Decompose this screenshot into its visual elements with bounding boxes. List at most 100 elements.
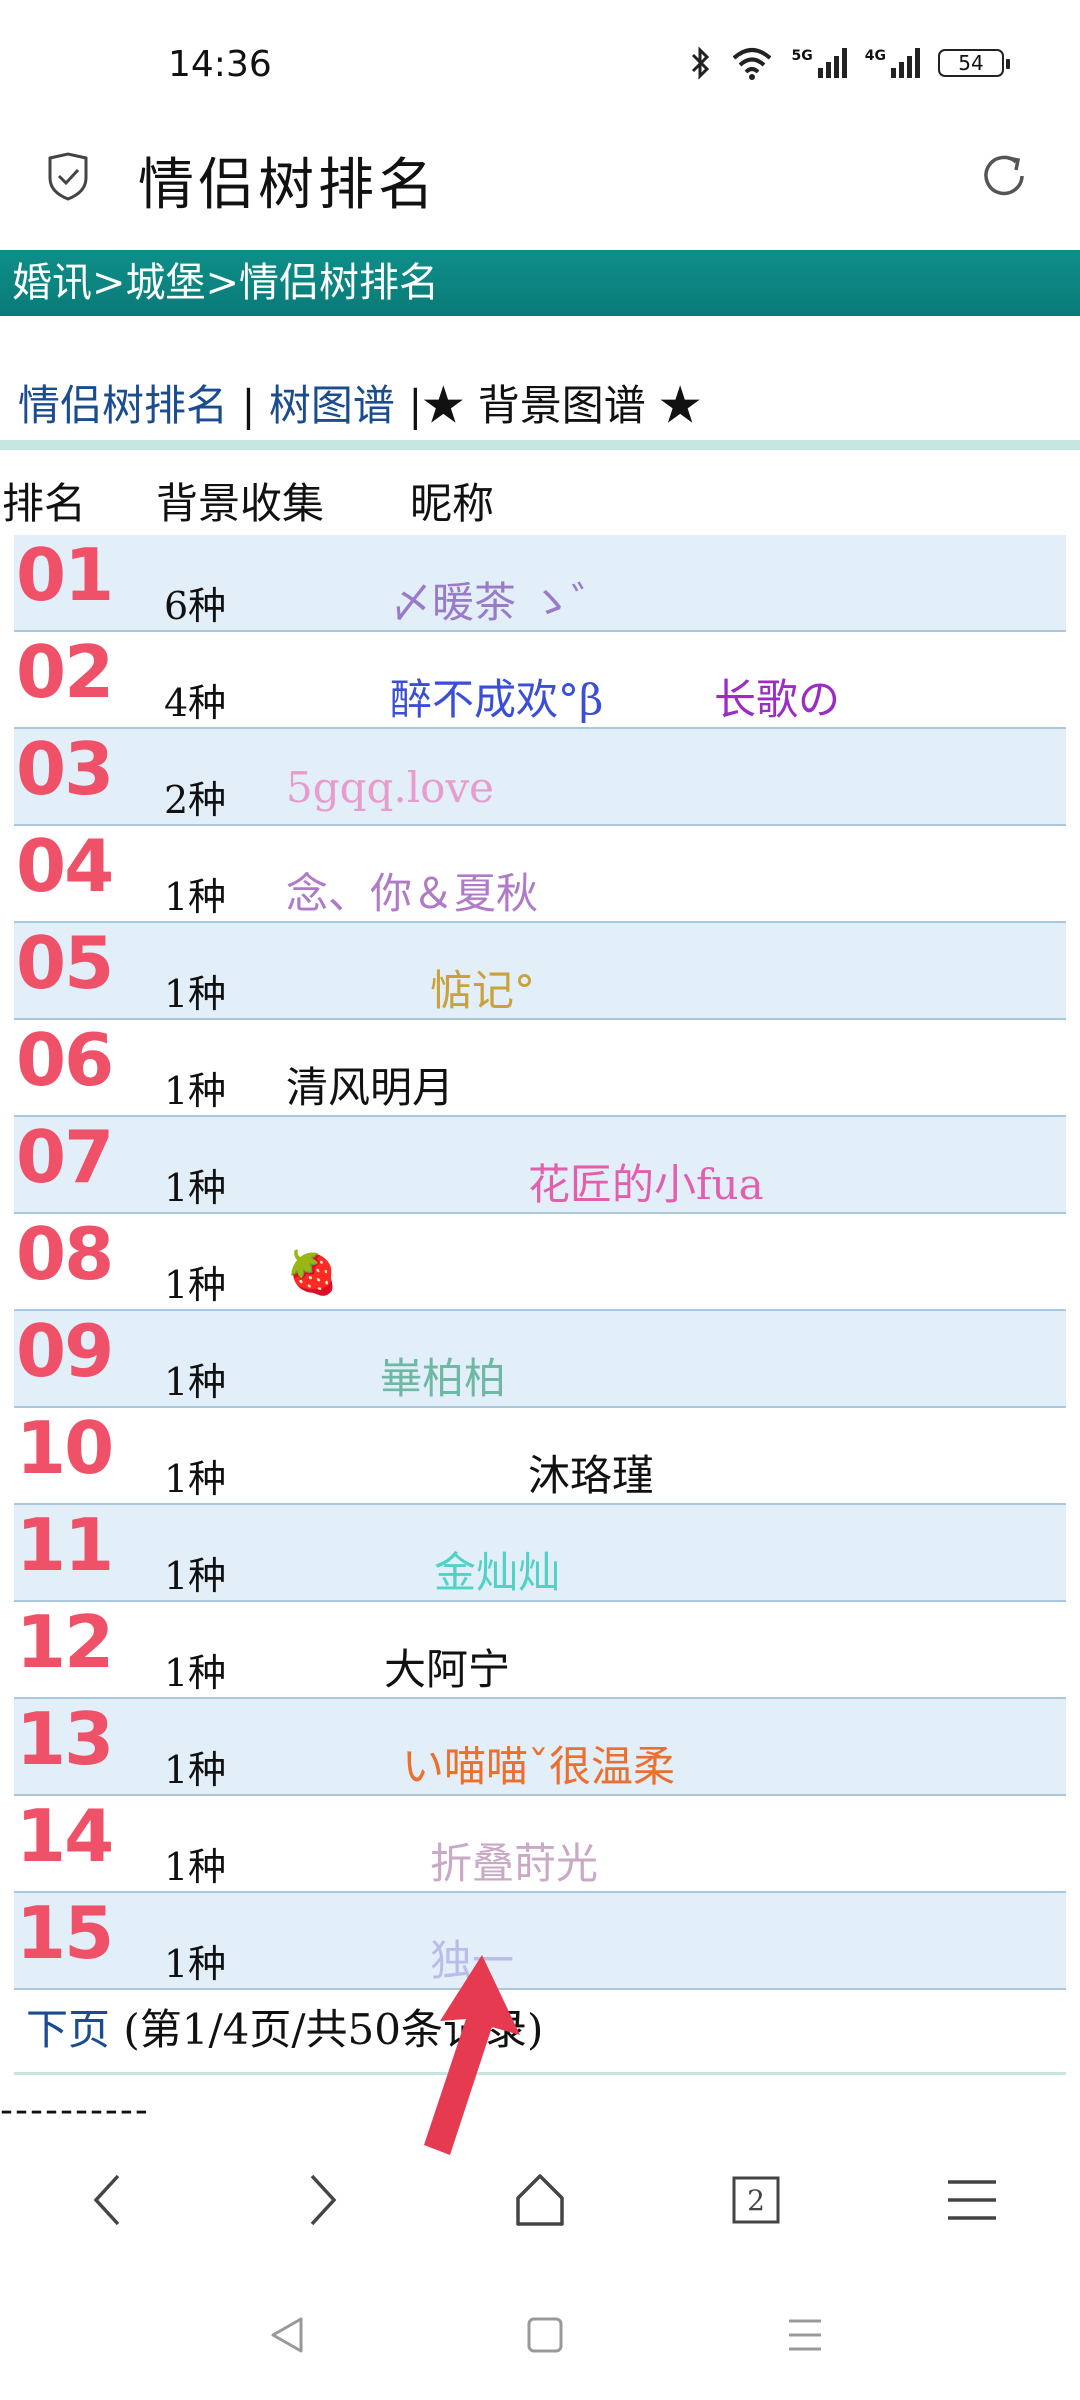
background-count: 1种 <box>164 1748 227 1792</box>
rank-number: 07 <box>16 1115 114 1199</box>
background-count: 1种 <box>164 875 227 919</box>
nickname-link[interactable]: 金灿灿 <box>434 1539 560 1600</box>
table-row: 07 1种 花匠的小fua <box>14 1117 1066 1214</box>
nav-separator: | <box>228 381 269 430</box>
rank-number: 01 <box>16 533 114 617</box>
background-count: 1种 <box>164 1845 227 1889</box>
ranking-list: 01 6种 〆暖茶 ゝ゛ 02 4种 醉不成欢°β 长歌の 03 2种 5gqq… <box>14 535 1066 1990</box>
background-count: 1种 <box>164 1166 227 1210</box>
table-row: 02 4种 醉不成欢°β 长歌の <box>14 632 1066 729</box>
rank-number: 14 <box>16 1794 114 1878</box>
divider <box>0 440 1080 450</box>
nickname-link[interactable]: 念、你＆夏秋 <box>286 860 538 921</box>
nav-links: 情侣树排名 | 树图谱 |★ 背景图谱 ★ <box>18 372 701 433</box>
system-home-button[interactable] <box>500 2290 590 2380</box>
system-recents-button[interactable] <box>760 2290 850 2380</box>
browser-toolbar: 2 <box>0 2150 1080 2250</box>
table-row: 11 1种 金灿灿 <box>14 1505 1066 1602</box>
chevron-left-icon <box>93 2174 120 2226</box>
table-row: 05 1种 惦记° <box>14 923 1066 1020</box>
nickname-link[interactable]: 崋柏柏 <box>380 1345 506 1406</box>
background-count: 1种 <box>164 1942 227 1986</box>
nav-link-tree-atlas[interactable]: 树图谱 <box>269 381 395 430</box>
nav-current-background-atlas: ★ 背景图谱 ★ <box>422 381 702 430</box>
table-row: 14 1种 折叠莳光 <box>14 1796 1066 1893</box>
table-row: 08 1种 🍓 <box>14 1214 1066 1311</box>
pointer-arrow-icon <box>424 1955 520 2155</box>
table-row: 03 2种 5gqq.love <box>14 729 1066 826</box>
rank-number: 10 <box>16 1406 114 1490</box>
system-back-button[interactable] <box>242 2290 332 2380</box>
next-page-link[interactable]: 下页 <box>26 2005 110 2054</box>
home-button[interactable] <box>490 2150 590 2250</box>
rank-number: 11 <box>16 1503 114 1587</box>
nickname-link[interactable]: 惦记° <box>430 957 535 1018</box>
page-title: 情侣树排名 <box>138 153 438 218</box>
shield-check-icon[interactable] <box>46 152 90 202</box>
background-count: 1种 <box>164 972 227 1016</box>
background-count: 1种 <box>164 1360 227 1404</box>
table-row: 12 1种 大阿宁 <box>14 1602 1066 1699</box>
nickname-link[interactable]: い喵喵ˇ很温柔 <box>402 1733 675 1794</box>
status-time: 14:36 <box>168 44 272 85</box>
table-row: 09 1种 崋柏柏 <box>14 1311 1066 1408</box>
refresh-icon[interactable] <box>978 150 1030 202</box>
background-count: 1种 <box>164 1263 227 1307</box>
nickname-link[interactable]: 大阿宁 <box>384 1636 510 1697</box>
table-row: 04 1种 念、你＆夏秋 <box>14 826 1066 923</box>
background-count: 4种 <box>164 681 227 725</box>
bluetooth-icon <box>691 46 709 80</box>
nickname-link-partner[interactable]: 长歌の <box>714 666 840 727</box>
table-row: 01 6种 〆暖茶 ゝ゛ <box>14 535 1066 632</box>
background-count: 1种 <box>164 1457 227 1501</box>
title-bar: 情侣树排名 <box>0 130 1080 250</box>
table-row: 13 1种 い喵喵ˇ很温柔 <box>14 1699 1066 1796</box>
system-nav-bar <box>0 2290 1080 2380</box>
menu-icon <box>948 2180 996 2220</box>
breadcrumb[interactable]: 婚讯>城堡>情侣树排名 <box>0 250 1080 316</box>
rank-number: 03 <box>16 727 114 811</box>
table-header: 排名 背景收集 昵称 <box>0 470 1080 530</box>
background-count: 2种 <box>164 778 227 822</box>
nav-link-tree-ranking[interactable]: 情侣树排名 <box>18 381 228 430</box>
battery-level: 54 <box>958 51 984 75</box>
nickname-link[interactable]: 清风明月 <box>286 1054 454 1115</box>
nickname-link[interactable]: 花匠的小fua <box>528 1151 764 1212</box>
wifi-icon <box>732 48 771 80</box>
tabs-count: 2 <box>747 2183 765 2217</box>
status-bar: 14:36 5G 4G 54 <box>0 0 1080 130</box>
battery-icon: 54 <box>938 49 1010 77</box>
rank-number: 06 <box>16 1018 114 1102</box>
nickname-link[interactable]: 折叠莳光 <box>430 1830 598 1891</box>
background-count: 1种 <box>164 1554 227 1598</box>
nav-separator: | <box>394 381 423 430</box>
nickname-link[interactable]: 🍓 <box>286 1248 338 1298</box>
nickname-link[interactable]: 沐珞瑾 <box>528 1442 654 1503</box>
table-row: 15 1种 独一 <box>14 1893 1066 1990</box>
rank-number: 13 <box>16 1697 114 1781</box>
menu-button[interactable] <box>922 2150 1022 2250</box>
rank-number: 09 <box>16 1309 114 1393</box>
forward-button[interactable] <box>272 2150 372 2250</box>
background-count: 1种 <box>164 1651 227 1695</box>
status-icons: 5G 4G 54 <box>690 46 1010 80</box>
rank-number: 02 <box>16 630 114 714</box>
home-icon <box>516 2174 564 2226</box>
header-background-collection: 背景收集 <box>156 479 325 528</box>
table-row: 10 1种 沐珞瑾 <box>14 1408 1066 1505</box>
nickname-link[interactable]: 〆暖茶 ゝ゛ <box>390 569 613 630</box>
header-rank: 排名 <box>2 479 87 528</box>
triangle-back-icon <box>271 2317 303 2353</box>
chevron-right-icon <box>310 2174 337 2226</box>
rank-number: 12 <box>16 1600 114 1684</box>
nickname-link[interactable]: 5gqq.love <box>286 763 494 812</box>
footer-dashes: ---------- <box>0 2090 150 2131</box>
background-count: 1种 <box>164 1069 227 1113</box>
background-count: 6种 <box>164 584 227 628</box>
tabs-button[interactable]: 2 <box>706 2150 806 2250</box>
back-button[interactable] <box>58 2150 158 2250</box>
table-row: 06 1种 清风明月 <box>14 1020 1066 1117</box>
nickname-link[interactable]: 醉不成欢°β <box>390 666 603 727</box>
divider <box>14 2072 1066 2075</box>
signal-4g-icon: 4G <box>865 48 920 78</box>
